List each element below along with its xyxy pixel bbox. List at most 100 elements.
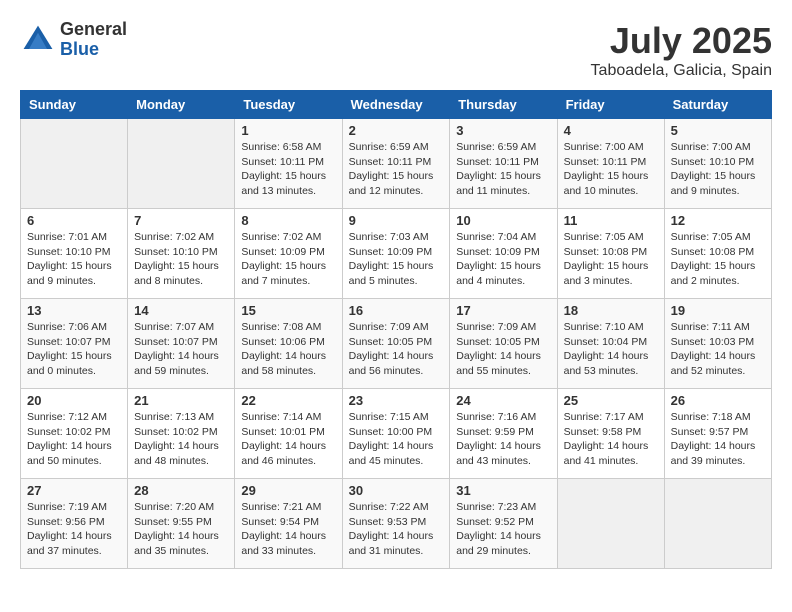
day-number: 14 [134, 303, 228, 318]
day-info: Sunrise: 7:13 AM Sunset: 10:02 PM Daylig… [134, 410, 228, 469]
day-number: 15 [241, 303, 335, 318]
weekday-header-monday: Monday [128, 91, 235, 119]
calendar-cell: 7 Sunrise: 7:02 AM Sunset: 10:10 PM Dayli… [128, 209, 235, 299]
logo-text: General Blue [60, 20, 127, 60]
calendar-cell: 29 Sunrise: 7:21 AM Sunset: 9:54 PM Dayli… [235, 479, 342, 569]
day-number: 21 [134, 393, 228, 408]
calendar-table: SundayMondayTuesdayWednesdayThursdayFrid… [20, 90, 772, 569]
calendar-cell: 11 Sunrise: 7:05 AM Sunset: 10:08 PM Dayl… [557, 209, 664, 299]
day-info: Sunrise: 6:59 AM Sunset: 10:11 PM Daylig… [456, 140, 550, 199]
day-info: Sunrise: 7:16 AM Sunset: 9:59 PM Dayligh… [456, 410, 550, 469]
calendar-cell: 25Sunrise: 7:17 AM Sunset: 9:58 PM Dayli… [557, 389, 664, 479]
calendar-cell: 15 Sunrise: 7:08 AM Sunset: 10:06 PM Dayl… [235, 299, 342, 389]
day-number: 5 [671, 123, 765, 138]
day-number: 26 [671, 393, 765, 408]
calendar-cell: 19 Sunrise: 7:11 AM Sunset: 10:03 PM Dayl… [664, 299, 771, 389]
day-info: Sunrise: 7:22 AM Sunset: 9:53 PM Dayligh… [349, 500, 444, 559]
day-number: 11 [564, 213, 658, 228]
calendar-cell: 22 Sunrise: 7:14 AM Sunset: 10:01 PM Dayl… [235, 389, 342, 479]
calendar-cell: 30Sunrise: 7:22 AM Sunset: 9:53 PM Dayli… [342, 479, 450, 569]
day-number: 16 [349, 303, 444, 318]
calendar-cell [21, 119, 128, 209]
weekday-header-sunday: Sunday [21, 91, 128, 119]
day-info: Sunrise: 7:19 AM Sunset: 9:56 PM Dayligh… [27, 500, 121, 559]
calendar-title: July 2025 [591, 20, 772, 62]
day-number: 27 [27, 483, 121, 498]
day-info: Sunrise: 7:08 AM Sunset: 10:06 PM Daylig… [241, 320, 335, 379]
day-info: Sunrise: 7:01 AM Sunset: 10:10 PM Daylig… [27, 230, 121, 289]
day-info: Sunrise: 7:00 AM Sunset: 10:11 PM Daylig… [564, 140, 658, 199]
calendar-cell [664, 479, 771, 569]
day-number: 1 [241, 123, 335, 138]
day-number: 20 [27, 393, 121, 408]
calendar-cell: 31Sunrise: 7:23 AM Sunset: 9:52 PM Dayli… [450, 479, 557, 569]
calendar-cell: 16 Sunrise: 7:09 AM Sunset: 10:05 PM Dayl… [342, 299, 450, 389]
calendar-cell: 14Sunrise: 7:07 AM Sunset: 10:07 PM Dayl… [128, 299, 235, 389]
calendar-cell: 3 Sunrise: 6:59 AM Sunset: 10:11 PM Dayli… [450, 119, 557, 209]
day-number: 7 [134, 213, 228, 228]
day-info: Sunrise: 7:02 AM Sunset: 10:10 PM Daylig… [134, 230, 228, 289]
day-number: 6 [27, 213, 121, 228]
calendar-cell: 20 Sunrise: 7:12 AM Sunset: 10:02 PM Dayl… [21, 389, 128, 479]
day-info: Sunrise: 7:15 AM Sunset: 10:00 PM Daylig… [349, 410, 444, 469]
day-number: 28 [134, 483, 228, 498]
day-number: 12 [671, 213, 765, 228]
day-number: 19 [671, 303, 765, 318]
day-number: 23 [349, 393, 444, 408]
logo-general-text: General [60, 20, 127, 40]
day-info: Sunrise: 7:09 AM Sunset: 10:05 PM Daylig… [349, 320, 444, 379]
day-info: Sunrise: 7:06 AM Sunset: 10:07 PM Daylig… [27, 320, 121, 379]
day-number: 18 [564, 303, 658, 318]
day-info: Sunrise: 7:11 AM Sunset: 10:03 PM Daylig… [671, 320, 765, 379]
day-info: Sunrise: 7:12 AM Sunset: 10:02 PM Daylig… [27, 410, 121, 469]
page-header: General Blue July 2025 Taboadela, Galici… [20, 20, 772, 80]
day-number: 29 [241, 483, 335, 498]
calendar-cell: 18 Sunrise: 7:10 AM Sunset: 10:04 PM Dayl… [557, 299, 664, 389]
day-info: Sunrise: 7:23 AM Sunset: 9:52 PM Dayligh… [456, 500, 550, 559]
calendar-cell: 27 Sunrise: 7:19 AM Sunset: 9:56 PM Dayli… [21, 479, 128, 569]
day-number: 24 [456, 393, 550, 408]
day-number: 10 [456, 213, 550, 228]
weekday-header-wednesday: Wednesday [342, 91, 450, 119]
calendar-cell: 6 Sunrise: 7:01 AM Sunset: 10:10 PM Dayli… [21, 209, 128, 299]
day-info: Sunrise: 6:58 AM Sunset: 10:11 PM Daylig… [241, 140, 335, 199]
logo: General Blue [20, 20, 127, 60]
logo-icon [20, 22, 56, 58]
day-info: Sunrise: 7:09 AM Sunset: 10:05 PM Daylig… [456, 320, 550, 379]
calendar-cell: 17 Sunrise: 7:09 AM Sunset: 10:05 PM Dayl… [450, 299, 557, 389]
calendar-week-3: 13 Sunrise: 7:06 AM Sunset: 10:07 PM Dayl… [21, 299, 772, 389]
calendar-cell: 2Sunrise: 6:59 AM Sunset: 10:11 PM Dayli… [342, 119, 450, 209]
calendar-cell: 13 Sunrise: 7:06 AM Sunset: 10:07 PM Dayl… [21, 299, 128, 389]
weekday-header-tuesday: Tuesday [235, 91, 342, 119]
day-info: Sunrise: 7:03 AM Sunset: 10:09 PM Daylig… [349, 230, 444, 289]
day-info: Sunrise: 7:21 AM Sunset: 9:54 PM Dayligh… [241, 500, 335, 559]
calendar-week-2: 6 Sunrise: 7:01 AM Sunset: 10:10 PM Dayli… [21, 209, 772, 299]
day-info: Sunrise: 7:14 AM Sunset: 10:01 PM Daylig… [241, 410, 335, 469]
calendar-cell: 1 Sunrise: 6:58 AM Sunset: 10:11 PM Dayli… [235, 119, 342, 209]
day-number: 17 [456, 303, 550, 318]
day-number: 3 [456, 123, 550, 138]
day-number: 13 [27, 303, 121, 318]
day-number: 8 [241, 213, 335, 228]
day-info: Sunrise: 6:59 AM Sunset: 10:11 PM Daylig… [349, 140, 444, 199]
day-info: Sunrise: 7:18 AM Sunset: 9:57 PM Dayligh… [671, 410, 765, 469]
calendar-cell: 4 Sunrise: 7:00 AM Sunset: 10:11 PM Dayli… [557, 119, 664, 209]
calendar-cell: 5Sunrise: 7:00 AM Sunset: 10:10 PM Dayli… [664, 119, 771, 209]
day-number: 22 [241, 393, 335, 408]
title-block: July 2025 Taboadela, Galicia, Spain [591, 20, 772, 80]
calendar-subtitle: Taboadela, Galicia, Spain [591, 62, 772, 80]
weekday-header-row: SundayMondayTuesdayWednesdayThursdayFrid… [21, 91, 772, 119]
calendar-cell: 26 Sunrise: 7:18 AM Sunset: 9:57 PM Dayli… [664, 389, 771, 479]
calendar-cell [128, 119, 235, 209]
day-info: Sunrise: 7:05 AM Sunset: 10:08 PM Daylig… [671, 230, 765, 289]
day-info: Sunrise: 7:04 AM Sunset: 10:09 PM Daylig… [456, 230, 550, 289]
day-info: Sunrise: 7:05 AM Sunset: 10:08 PM Daylig… [564, 230, 658, 289]
calendar-cell: 28Sunrise: 7:20 AM Sunset: 9:55 PM Dayli… [128, 479, 235, 569]
weekday-header-friday: Friday [557, 91, 664, 119]
calendar-cell: 12 Sunrise: 7:05 AM Sunset: 10:08 PM Dayl… [664, 209, 771, 299]
weekday-header-thursday: Thursday [450, 91, 557, 119]
day-number: 9 [349, 213, 444, 228]
day-info: Sunrise: 7:10 AM Sunset: 10:04 PM Daylig… [564, 320, 658, 379]
day-number: 4 [564, 123, 658, 138]
logo-blue-text: Blue [60, 40, 127, 60]
